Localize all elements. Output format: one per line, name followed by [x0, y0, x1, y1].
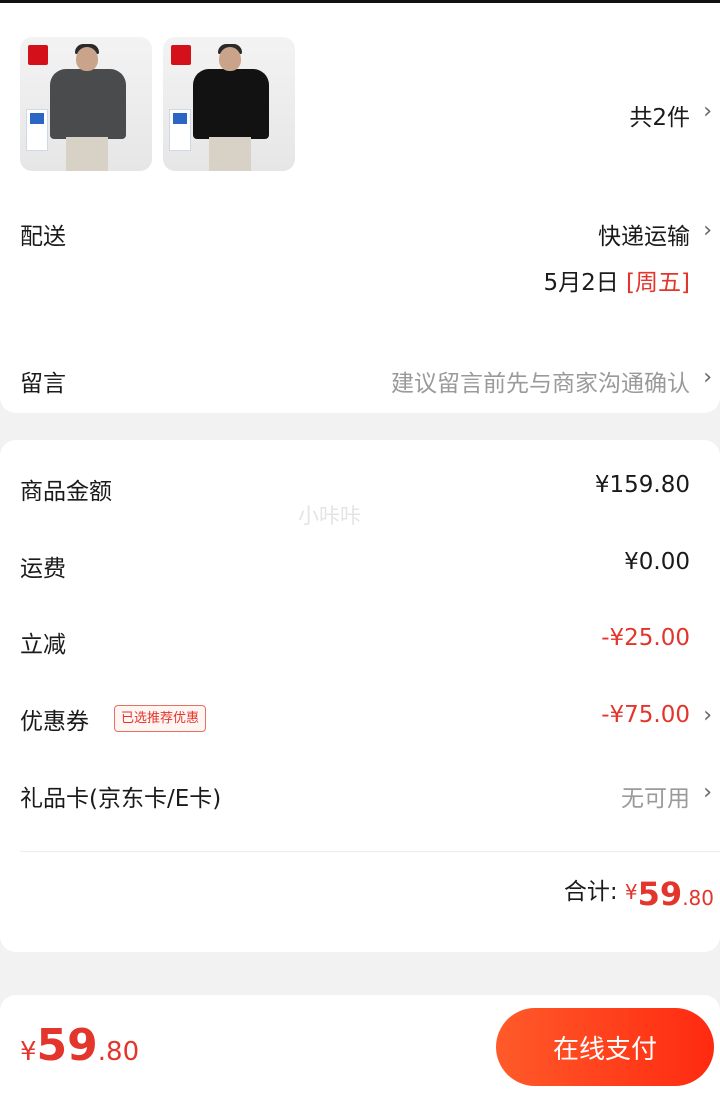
giftcard-value[interactable]: 无可用: [621, 779, 690, 813]
brand-logo: [171, 45, 191, 65]
shipping-label: 运费: [20, 556, 66, 582]
chevron-right-icon[interactable]: ›: [703, 218, 712, 243]
product-thumbnail[interactable]: [20, 37, 152, 171]
tshirt-image: [50, 69, 126, 139]
delivery-method[interactable]: 快递运输: [598, 217, 690, 251]
total-decimal: .80: [682, 886, 714, 910]
pay-decimal: .80: [97, 1037, 140, 1067]
total-line: 合计: ¥59.80: [564, 872, 714, 913]
shipping-value: ¥0.00: [624, 549, 690, 575]
goods-amount-label: 商品金额: [20, 479, 112, 505]
brand-logo: [28, 45, 48, 65]
total-currency: ¥: [624, 880, 638, 904]
chevron-right-icon[interactable]: ›: [703, 703, 712, 728]
delivery-date-line: 5月2日 [周五]: [543, 263, 690, 297]
message-input[interactable]: 建议留言前先与商家沟通确认: [391, 364, 690, 398]
message-label: 留言: [20, 371, 66, 397]
divider: [20, 851, 720, 852]
pay-currency: ¥: [20, 1037, 37, 1067]
label-tag: [169, 109, 191, 151]
pay-online-button[interactable]: 在线支付: [496, 1008, 714, 1086]
delivery-label: 配送: [20, 224, 66, 250]
coupon-recommend-badge: 已选推荐优惠: [114, 705, 207, 732]
product-thumbnail[interactable]: [163, 37, 295, 171]
chevron-right-icon[interactable]: ›: [703, 365, 712, 390]
chevron-right-icon[interactable]: ›: [703, 780, 712, 805]
order-info-card: 共2件 › 配送 快递运输 › 5月2日 [周五] 留言 建议留言前先与商家沟通…: [0, 3, 720, 413]
giftcard-label: 礼品卡(京东卡/E卡): [20, 786, 222, 812]
tshirt-image: [193, 69, 269, 139]
discount-value: -¥25.00: [601, 625, 690, 651]
total-integer: 59: [637, 875, 683, 913]
head-image: [219, 47, 241, 71]
coupon-value[interactable]: -¥75.00: [601, 702, 690, 728]
chevron-right-icon[interactable]: ›: [703, 99, 712, 124]
total-label: 合计:: [563, 879, 618, 905]
watermark: 小咔咔: [298, 504, 361, 528]
goods-amount-value: ¥159.80: [594, 472, 690, 498]
item-count[interactable]: 共2件: [629, 98, 690, 132]
pay-integer: 59: [36, 1020, 98, 1071]
coupon-label: 优惠券: [20, 709, 89, 735]
delivery-date: 5月2日: [543, 270, 619, 296]
label-tag: [26, 109, 48, 151]
head-image: [76, 47, 98, 71]
discount-label: 立减: [20, 632, 66, 658]
pay-amount: ¥59.80: [20, 1020, 139, 1071]
delivery-weekday: [周五]: [626, 270, 690, 296]
pants-image: [66, 137, 108, 171]
pants-image: [209, 137, 251, 171]
